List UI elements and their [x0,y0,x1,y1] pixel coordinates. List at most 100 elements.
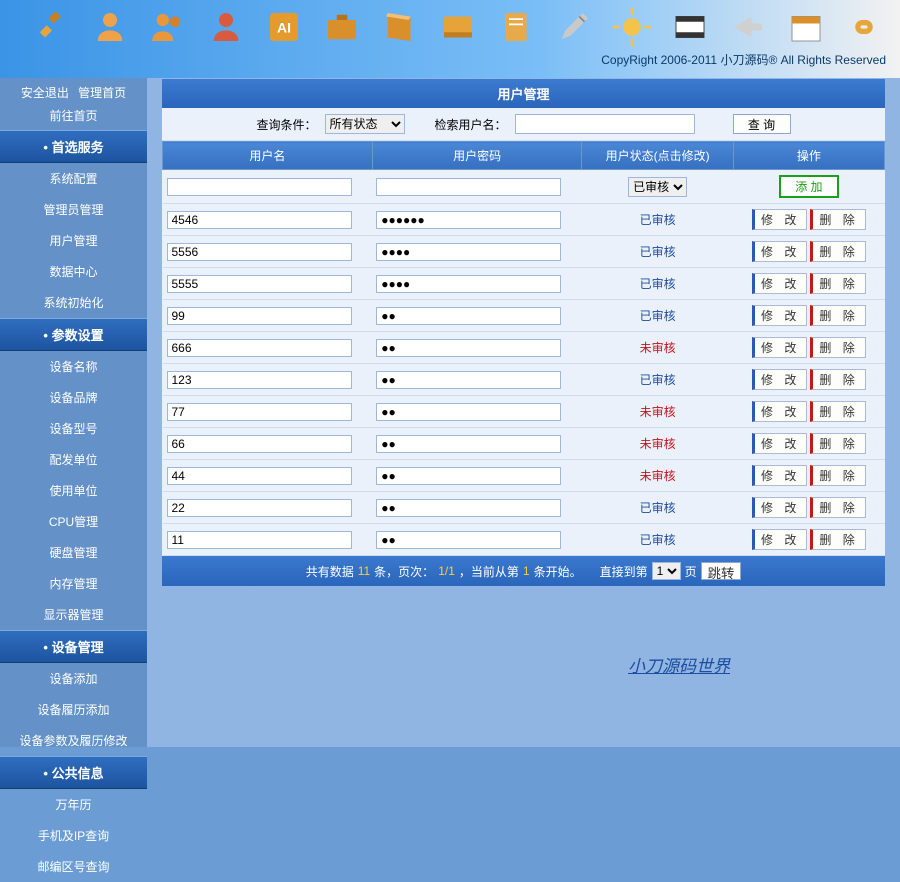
sidebar-group-header[interactable]: 公共信息 [0,756,147,789]
status-label[interactable]: 未审核 [640,469,676,483]
doc-icon[interactable] [492,5,540,49]
user-input[interactable] [167,307,352,325]
status-label[interactable]: 已审核 [640,213,676,227]
modify-button[interactable]: 修 改 [752,241,807,262]
delete-button[interactable]: 删 除 [810,241,865,262]
user-input[interactable] [167,275,352,293]
add-user-input[interactable] [167,178,352,196]
pass-input[interactable] [376,339,561,357]
delete-button[interactable]: 删 除 [810,401,865,422]
user-input[interactable] [167,339,352,357]
film-icon[interactable] [666,5,714,49]
sun-icon[interactable] [608,5,656,49]
delete-button[interactable]: 删 除 [810,273,865,294]
pass-input[interactable] [376,499,561,517]
status-label[interactable]: 已审核 [640,533,676,547]
pass-input[interactable] [376,275,561,293]
sidebar-group-header[interactable]: 首选服务 [0,130,147,163]
status-label[interactable]: 未审核 [640,405,676,419]
modify-button[interactable]: 修 改 [752,273,807,294]
modify-button[interactable]: 修 改 [752,529,807,550]
admin-home-link[interactable]: 管理首页 [78,86,126,100]
pass-input[interactable] [376,403,561,421]
sidebar-item[interactable]: 万年历 [0,789,147,820]
user-input[interactable] [167,467,352,485]
watermark-link[interactable]: 小刀源码世界 [628,652,730,677]
sidebar-item[interactable]: 配发单位 [0,444,147,475]
pass-input[interactable] [376,211,561,229]
status-label[interactable]: 已审核 [640,245,676,259]
modify-button[interactable]: 修 改 [752,369,807,390]
user-red-icon[interactable] [202,5,250,49]
user-input[interactable] [167,499,352,517]
sidebar-item[interactable]: 邮编区号查询 [0,851,147,882]
query-button[interactable]: 查 询 [733,114,791,134]
modify-button[interactable]: 修 改 [752,497,807,518]
logout-link[interactable]: 安全退出 [21,86,69,100]
user-input[interactable] [167,371,352,389]
delete-button[interactable]: 删 除 [810,529,865,550]
modify-button[interactable]: 修 改 [752,209,807,230]
pass-input[interactable] [376,371,561,389]
status-label[interactable]: 未审核 [640,341,676,355]
sidebar-item[interactable]: 设备履历添加 [0,694,147,725]
pass-input[interactable] [376,307,561,325]
arrow-icon[interactable] [724,5,772,49]
sidebar-item[interactable]: 手机及IP查询 [0,820,147,851]
status-label[interactable]: 已审核 [640,373,676,387]
book-icon[interactable] [376,5,424,49]
sidebar-item[interactable]: 显示器管理 [0,599,147,630]
pencil-icon[interactable] [550,5,598,49]
sidebar-item[interactable]: 内存管理 [0,568,147,599]
modify-button[interactable]: 修 改 [752,305,807,326]
sidebar-item[interactable]: 管理员管理 [0,194,147,225]
sidebar-item[interactable]: 使用单位 [0,475,147,506]
add-button[interactable]: 添 加 [779,175,838,198]
pager-page-select[interactable]: 1 [652,562,681,580]
filter-state-select[interactable]: 所有状态 [325,114,405,134]
status-label[interactable]: 已审核 [640,277,676,291]
delete-button[interactable]: 删 除 [810,369,865,390]
sidebar-item[interactable]: 数据中心 [0,256,147,287]
user-input[interactable] [167,531,352,549]
sidebar-item[interactable]: 设备参数及履历修改 [0,725,147,756]
ai-icon[interactable]: AI [260,5,308,49]
sidebar-item[interactable]: 系统配置 [0,163,147,194]
sidebar-group-header[interactable]: 设备管理 [0,630,147,663]
briefcase-icon[interactable] [318,5,366,49]
calendar-icon[interactable] [782,5,830,49]
add-pass-input[interactable] [376,178,561,196]
tools-icon[interactable] [28,5,76,49]
user-input[interactable] [167,403,352,421]
modify-button[interactable]: 修 改 [752,433,807,454]
link-icon[interactable] [840,5,888,49]
delete-button[interactable]: 删 除 [810,337,865,358]
modify-button[interactable]: 修 改 [752,337,807,358]
delete-button[interactable]: 删 除 [810,209,865,230]
pass-input[interactable] [376,467,561,485]
front-home-link[interactable]: 前往首页 [49,109,97,123]
sidebar-item[interactable]: 设备型号 [0,413,147,444]
sidebar-item[interactable]: CPU管理 [0,506,147,537]
status-label[interactable]: 未审核 [640,437,676,451]
delete-button[interactable]: 删 除 [810,465,865,486]
delete-button[interactable]: 删 除 [810,497,865,518]
sidebar-item[interactable]: 硬盘管理 [0,537,147,568]
delete-button[interactable]: 删 除 [810,305,865,326]
users-icon[interactable] [144,5,192,49]
pass-input[interactable] [376,435,561,453]
user-orange-icon[interactable] [86,5,134,49]
sidebar-item[interactable]: 设备名称 [0,351,147,382]
sidebar-group-header[interactable]: 参数设置 [0,318,147,351]
delete-button[interactable]: 删 除 [810,433,865,454]
sidebar-item[interactable]: 系统初始化 [0,287,147,318]
pass-input[interactable] [376,531,561,549]
user-input[interactable] [167,435,352,453]
sidebar-item[interactable]: 设备品牌 [0,382,147,413]
sidebar-item[interactable]: 用户管理 [0,225,147,256]
user-input[interactable] [167,211,352,229]
modify-button[interactable]: 修 改 [752,401,807,422]
disk-icon[interactable] [434,5,482,49]
user-input[interactable] [167,243,352,261]
modify-button[interactable]: 修 改 [752,465,807,486]
